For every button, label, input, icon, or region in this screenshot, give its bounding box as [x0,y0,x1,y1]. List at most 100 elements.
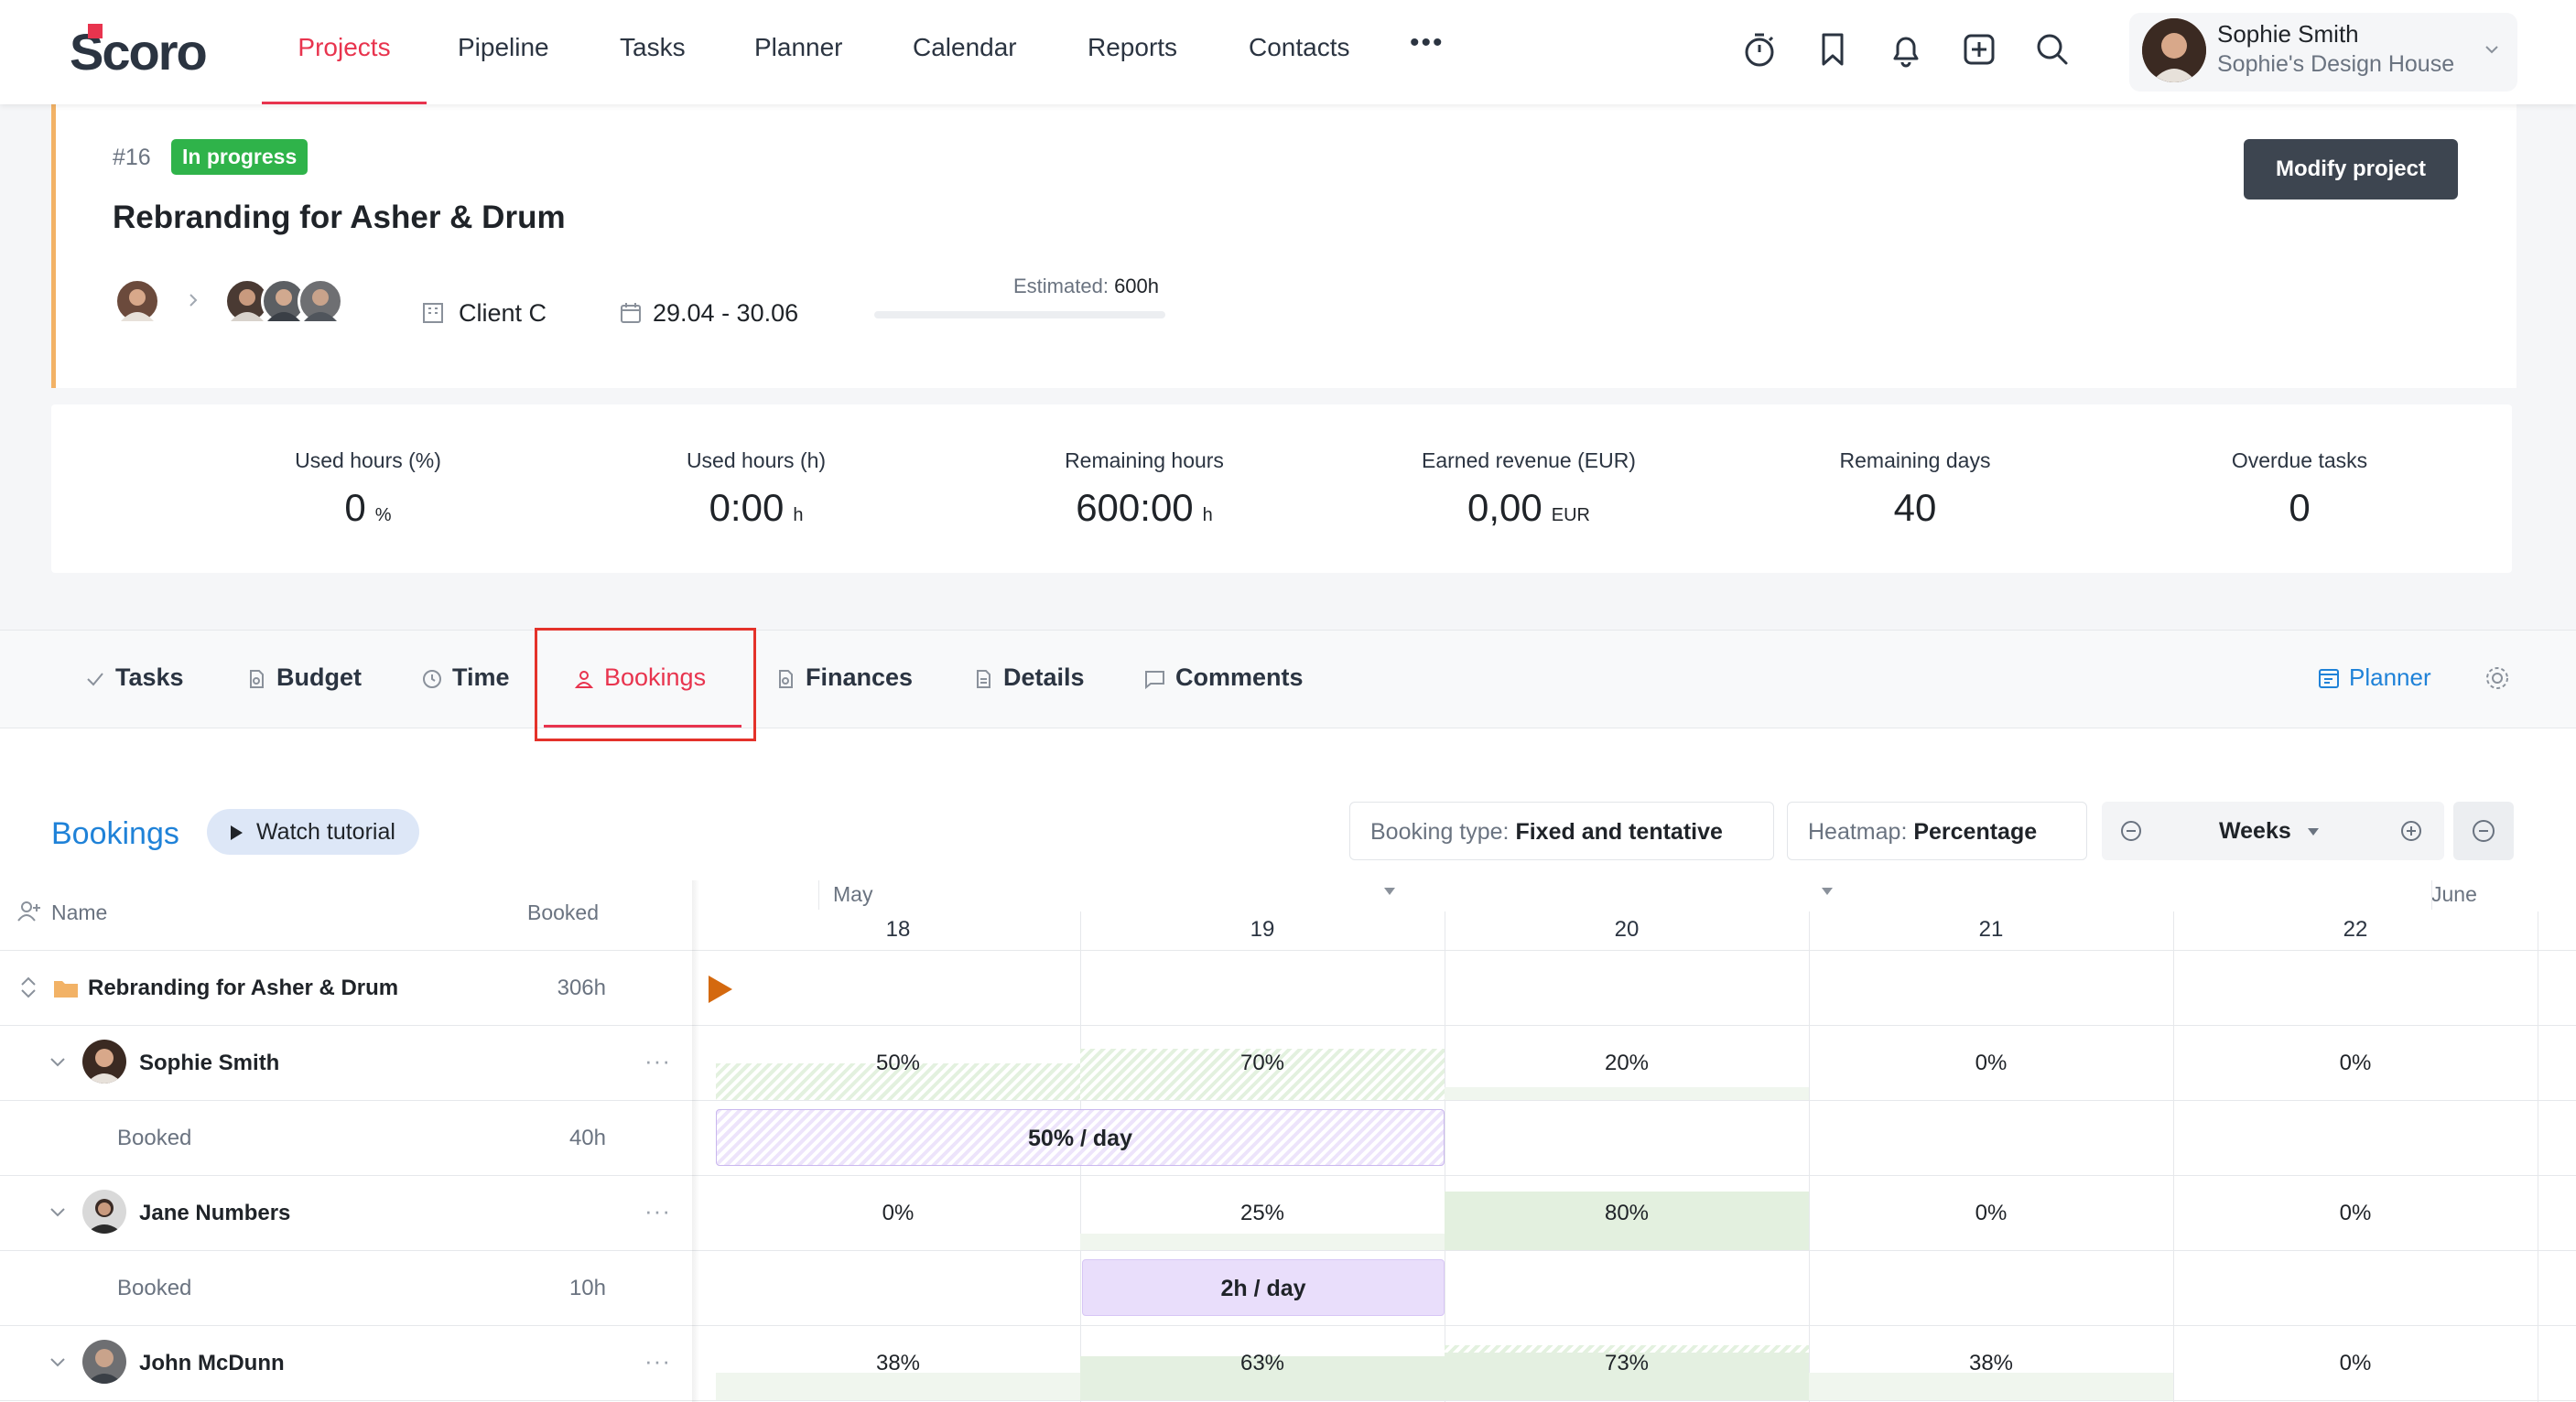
heatmap-value[interactable]: 63% [1080,1351,1445,1376]
project-title: Rebranding for Asher & Drum [113,200,566,235]
tab-comments[interactable]: Comments [1142,663,1304,692]
tab-time[interactable]: Time [421,663,510,692]
heatmap-value[interactable]: 0% [2173,1351,2538,1376]
user-company: Sophie's Design House [2217,51,2455,77]
nav-projects[interactable]: Projects [262,33,427,104]
team-member-avatar[interactable] [298,278,343,324]
chevron-down-icon[interactable] [48,1054,68,1071]
play-icon [229,825,244,841]
chevron-down-icon[interactable] [48,1204,68,1221]
nav-reports[interactable]: Reports [1088,33,1177,104]
heatmap-value[interactable]: 20% [1445,1051,1809,1076]
chevron-down-icon[interactable] [2483,40,2501,59]
heatmap-value[interactable]: 0% [1809,1051,2173,1076]
stat-overdue-tasks: Overdue tasks 0 [2231,448,2368,529]
week-header-22[interactable]: 22 [2173,917,2538,943]
booked-sub-label: Booked [117,1276,192,1300]
caret-down-icon [1821,887,1834,896]
client-name[interactable]: Client C [459,299,547,328]
tab-tasks[interactable]: Tasks [84,663,184,692]
status-badge[interactable]: In progress [171,139,308,175]
estimated-hours: Estimated: 600h [1013,275,1159,298]
heatmap-value[interactable]: 50% [716,1051,1080,1076]
search-icon[interactable] [2030,27,2074,71]
tab-finances[interactable]: Finances [774,663,913,692]
zoom-level-select[interactable]: Weeks [2219,818,2320,845]
week-header-20[interactable]: 20 [1445,917,1809,943]
project-number: #16 [113,145,151,170]
person-name[interactable]: John McDunn [139,1351,285,1376]
nav-pipeline[interactable]: Pipeline [458,33,549,104]
heatmap-value[interactable]: 0% [2173,1201,2538,1226]
column-name-header[interactable]: Name [51,901,107,925]
watch-tutorial-button[interactable]: Watch tutorial [207,809,419,855]
comment-icon [1142,668,1166,690]
stat-earned-revenue: Earned revenue (EUR) 0,00 EUR [1422,448,1636,529]
nav-contacts[interactable]: Contacts [1249,33,1350,104]
chat-toggle-button[interactable] [2453,802,2514,860]
booking-bar-tentative[interactable]: 50% / day [716,1109,1445,1166]
heatmap-value[interactable]: 25% [1080,1201,1445,1226]
booked-sub-hours: 10h [568,1276,606,1300]
planner-link[interactable]: Planner [2349,663,2431,692]
add-new-icon[interactable] [1957,27,2001,71]
heatmap-value[interactable]: 38% [1809,1351,2173,1376]
zoom-out-icon[interactable] [2118,818,2146,846]
row-more-options-icon[interactable]: ··· [644,1197,671,1225]
stat-remaining-days: Remaining days 40 [1839,448,1991,529]
heatmap-value[interactable]: 70% [1080,1051,1445,1076]
month-divider [2431,880,2432,910]
row-more-options-icon[interactable]: ··· [644,1047,671,1075]
person-avatar [82,1340,126,1384]
planner-icon [2316,665,2342,691]
booking-type-filter[interactable]: Booking type: Fixed and tentative [1349,802,1774,896]
user-avatar [2142,18,2206,82]
week-header-18[interactable]: 18 [716,917,1080,943]
grid-line [0,950,2576,951]
zoom-in-icon[interactable] [2398,818,2426,846]
week-divider [2173,911,2174,1402]
settings-gear-icon[interactable] [2483,663,2512,693]
heatmap-value[interactable]: 73% [1445,1351,1809,1376]
building-icon [420,300,446,326]
heatmap-value[interactable]: 80% [1445,1201,1809,1226]
row-more-options-icon[interactable]: ··· [644,1347,671,1375]
nav-planner[interactable]: Planner [754,33,843,104]
finances-icon [774,668,796,690]
add-person-icon[interactable] [16,899,42,924]
heatmap-value[interactable]: 0% [2173,1051,2538,1076]
chevron-down-icon[interactable] [48,1354,68,1371]
heatmap-filter[interactable]: Heatmap: Percentage [1787,802,2087,896]
nav-calendar[interactable]: Calendar [913,33,1017,104]
project-manager-avatar[interactable] [114,278,160,324]
estimated-value: 600h [1114,275,1160,297]
week-divider [1809,911,1810,1402]
person-name[interactable]: Jane Numbers [139,1201,290,1226]
heatmap-value[interactable]: 0% [1809,1201,2173,1226]
modify-project-button[interactable]: Modify project [2244,139,2458,200]
budget-icon [245,668,267,690]
person-name[interactable]: Sophie Smith [139,1051,279,1076]
booked-sub-hours: 40h [568,1126,606,1150]
tab-details[interactable]: Details [972,663,1085,692]
stat-used-hours-percent: Used hours (%) 0% [295,448,441,529]
timer-icon[interactable] [1737,27,1781,71]
booking-bar-fixed[interactable]: 2h / day [1082,1259,1445,1316]
calendar-icon [618,300,644,326]
bookmark-icon[interactable] [1811,27,1855,71]
notifications-bell-icon[interactable] [1884,27,1928,71]
column-booked-header[interactable]: Booked [527,901,599,925]
expand-collapse-icon[interactable] [18,976,38,999]
nav-tasks[interactable]: Tasks [620,33,686,104]
document-icon [972,668,994,690]
heatmap-value[interactable]: 0% [716,1201,1080,1226]
week-header-21[interactable]: 21 [1809,917,2173,943]
nav-more-button[interactable]: ••• [1410,27,1445,99]
user-menu[interactable]: Sophie Smith Sophie's Design House [2129,13,2517,92]
heatmap-value[interactable]: 38% [716,1351,1080,1376]
tab-budget[interactable]: Budget [245,663,362,692]
estimated-progress-bar [874,311,1165,318]
project-row-name[interactable]: Rebranding for Asher & Drum [88,976,398,1001]
user-name: Sophie Smith [2217,20,2359,48]
week-header-19[interactable]: 19 [1080,917,1445,943]
